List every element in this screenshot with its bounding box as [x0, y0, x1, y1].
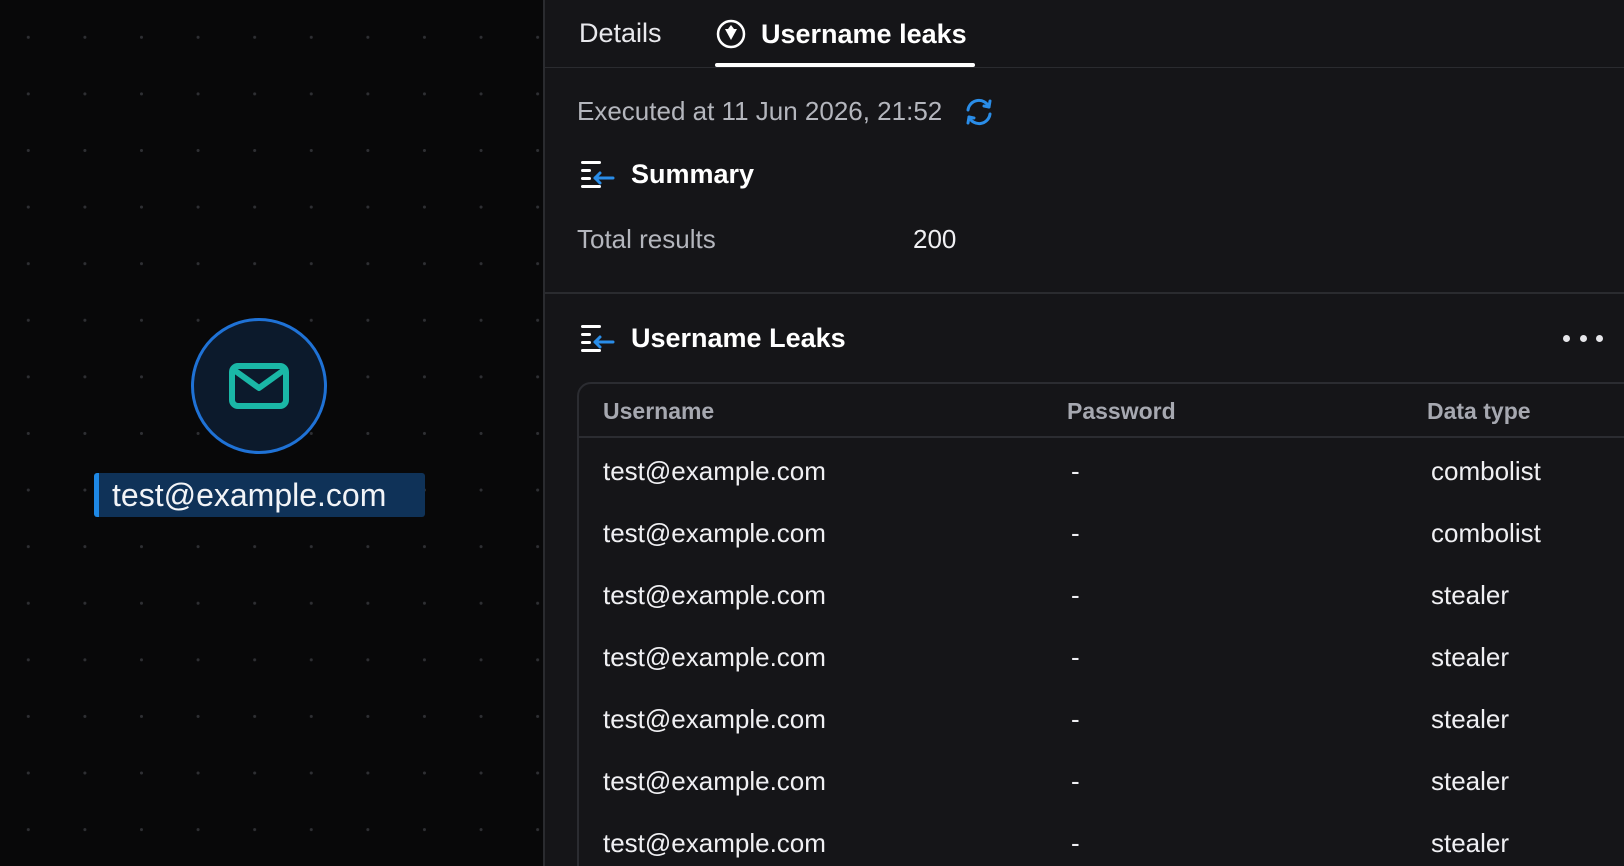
table-row[interactable]: test@example.com - stealer [579, 750, 1624, 812]
more-dot [1596, 334, 1603, 342]
leaks-title: Username Leaks [631, 322, 846, 353]
table-row[interactable]: test@example.com - stealer [579, 812, 1624, 866]
execution-info: Executed at 11 Jun 2026, 21:52 [577, 96, 996, 127]
leaks-list-icon [581, 325, 615, 352]
executed-at-text: Executed at 11 Jun 2026, 21:52 [577, 96, 943, 126]
table-row[interactable]: test@example.com - combolist [579, 440, 1624, 502]
table-row[interactable]: test@example.com - stealer [579, 688, 1624, 750]
column-header-data-type[interactable]: Data type [1427, 398, 1531, 425]
cell-password: - [1071, 642, 1080, 672]
refresh-icon[interactable] [962, 97, 996, 127]
tab-username-leaks-label: Username leaks [761, 18, 967, 49]
total-results-value: 200 [913, 224, 957, 254]
cell-data-type: stealer [1431, 642, 1510, 672]
more-dot [1563, 334, 1570, 342]
cell-password: - [1071, 456, 1080, 486]
cell-username: test@example.com [603, 704, 826, 734]
cell-username: test@example.com [603, 518, 826, 548]
tab-bar: Details Username leaks [545, 0, 1624, 68]
section-divider [545, 292, 1624, 294]
tab-username-leaks[interactable]: Username leaks [715, 18, 967, 50]
cell-password: - [1071, 518, 1080, 548]
more-horizontal-icon[interactable] [1563, 326, 1603, 350]
cell-username: test@example.com [603, 766, 826, 796]
table-row[interactable]: test@example.com - stealer [579, 564, 1624, 626]
column-header-password[interactable]: Password [1067, 398, 1176, 425]
cell-data-type: stealer [1431, 580, 1510, 610]
cell-username: test@example.com [603, 828, 826, 858]
cell-data-type: stealer [1431, 704, 1510, 734]
total-results-label: Total results [577, 224, 716, 254]
email-node-label[interactable]: test@example.com [94, 473, 425, 517]
summary-list-icon [581, 161, 615, 188]
cell-data-type: combolist [1431, 518, 1541, 548]
leak-globe-icon [716, 19, 746, 49]
cell-username: test@example.com [603, 456, 826, 486]
table-row[interactable]: test@example.com - stealer [579, 626, 1624, 688]
summary-title: Summary [631, 158, 755, 189]
leaks-table: Username Password Data type test@example… [577, 382, 1624, 866]
cell-username: test@example.com [603, 642, 826, 672]
cell-username: test@example.com [603, 580, 826, 610]
graph-canvas[interactable]: test@example.com [0, 0, 543, 866]
cell-data-type: combolist [1431, 456, 1541, 486]
details-panel: Details Username leaks Executed at 11 Ju… [545, 0, 1624, 866]
cell-data-type: stealer [1431, 766, 1510, 796]
leaks-header: Username Leaks [579, 322, 846, 354]
email-node[interactable] [191, 318, 327, 454]
cell-password: - [1071, 766, 1080, 796]
column-header-username[interactable]: Username [603, 398, 714, 425]
tab-details[interactable]: Details [579, 18, 662, 49]
cell-data-type: stealer [1431, 828, 1510, 858]
summary-header: Summary [579, 158, 754, 190]
cell-password: - [1071, 580, 1080, 610]
cell-password: - [1071, 704, 1080, 734]
table-row[interactable]: test@example.com - combolist [579, 502, 1624, 564]
active-tab-indicator [715, 63, 975, 67]
table-header: Username Password Data type [579, 384, 1624, 438]
summary-row: Total results 200 [577, 224, 1177, 260]
more-dot [1579, 334, 1587, 342]
mail-icon [229, 363, 289, 409]
cell-password: - [1071, 828, 1080, 858]
